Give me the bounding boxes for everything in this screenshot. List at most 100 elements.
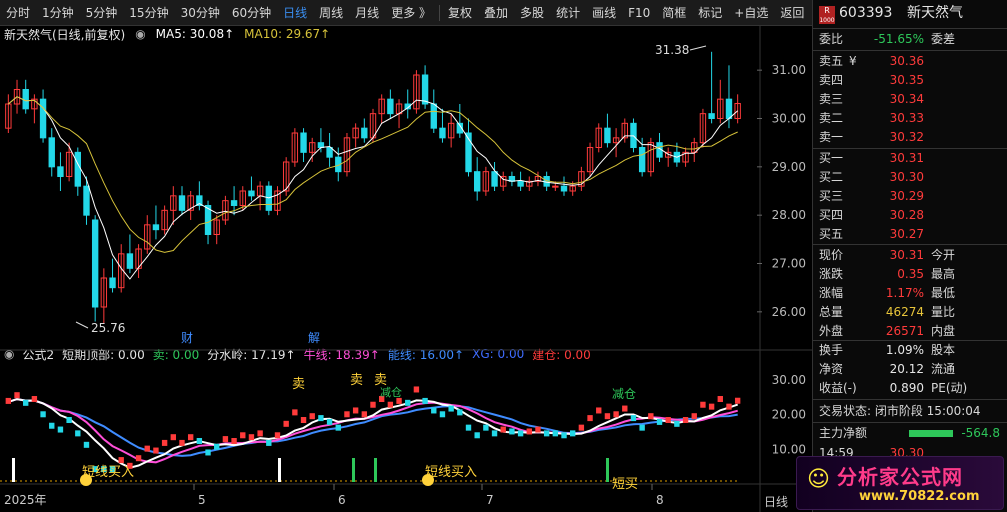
oscillator-bar: [40, 411, 46, 418]
stat-row-value: 0.35: [897, 267, 924, 281]
main-flow-value: -564.8: [961, 426, 1000, 440]
stock-chart-app: 分时 1分钟 5分钟 15分钟 30分钟 60分钟 日线 周线 月线 更多 》 …: [0, 0, 1007, 512]
candle-body: [300, 132, 307, 153]
bull-line: [7, 398, 738, 464]
oscillator-bar: [561, 432, 567, 439]
oscillator-bar: [187, 434, 194, 441]
event-cai: 财: [181, 331, 193, 345]
oscillator-bar: [431, 407, 437, 414]
period-more[interactable]: 更多 》: [385, 0, 437, 26]
candle-body: [560, 185, 568, 192]
oscillator-bar: [413, 386, 420, 393]
stat2-row: 换手 1.09% 股本: [813, 341, 1007, 360]
bid-row-label: 买三: [819, 189, 844, 203]
stat-row: 外盘 26571 内盘: [813, 322, 1007, 341]
oscillator-bar: [734, 397, 741, 404]
oscillator-bar: [318, 415, 324, 422]
ask-row: 卖一 30.32: [813, 128, 1007, 147]
stat2-row-label2: 股本: [931, 343, 956, 357]
oscillator-bar: [691, 413, 697, 420]
date-tick: 6: [338, 493, 346, 507]
period-weekly[interactable]: 周线: [313, 0, 349, 26]
bid-row-value: 30.29: [889, 189, 924, 203]
oscillator-bar: [344, 411, 350, 418]
oscillator-bar: [639, 424, 645, 431]
adjust-button[interactable]: 复权: [442, 0, 478, 26]
simple-frame-button[interactable]: 简框: [656, 0, 692, 26]
candle-body: [638, 147, 646, 173]
ask-row-value: 30.34: [889, 92, 924, 106]
candle-body: [473, 171, 481, 192]
period-60min[interactable]: 60分钟: [226, 0, 277, 26]
stat2-row-label: 净资: [819, 362, 844, 376]
oscillator-bar: [665, 417, 671, 424]
stat-row-value: 30.31: [889, 248, 924, 262]
period-monthly[interactable]: 月线: [349, 0, 385, 26]
draw-line-button[interactable]: 画线: [586, 0, 622, 26]
stat-row-label: 涨幅: [819, 286, 844, 300]
kline-chart[interactable]: 31.00 30.00 29.00 28.00 27.00 26.00 30.00 20.00…: [0, 26, 812, 512]
sub-tick: 20.00: [772, 408, 806, 422]
add-watchlist-button[interactable]: +自选: [728, 0, 774, 26]
period-intraday[interactable]: 分时: [0, 0, 36, 26]
ask-row: 卖五 30.36 ¥: [813, 52, 1007, 71]
stat2-row-label: 换手: [819, 343, 844, 357]
date-tick: 8: [656, 493, 664, 507]
back-button[interactable]: 返回: [774, 0, 810, 26]
stat-row-label2: 最低: [931, 286, 956, 300]
oscillator-bar: [118, 457, 124, 464]
reduce-mark-2: 减仓: [612, 387, 636, 401]
period-label: 日线: [764, 495, 788, 509]
oscillator-bar: [274, 432, 281, 439]
period-5min[interactable]: 5分钟: [80, 0, 124, 26]
period-daily[interactable]: 日线: [277, 0, 313, 26]
oscillator-bar: [57, 426, 64, 433]
watermark-logo: ☺ 分析家公式网 www.70822.com: [796, 456, 1004, 510]
candle-body: [109, 277, 116, 289]
oscillator-bar: [196, 438, 203, 445]
period-15min[interactable]: 15分钟: [123, 0, 174, 26]
oscillator-bar: [49, 422, 55, 429]
oscillator-bar: [257, 430, 263, 437]
reduce-mark-1: 减仓: [380, 385, 402, 399]
oscillator-bar: [587, 415, 593, 422]
oscillator-bar: [405, 399, 411, 406]
weicha-label: 委差: [931, 32, 956, 46]
oscillator-bar: [292, 409, 298, 416]
stat-row-value: 1.17%: [885, 286, 924, 300]
toolbar-divider: [439, 4, 441, 21]
ask-row: 卖三 30.34: [813, 90, 1007, 109]
oscillator-bar: [700, 401, 706, 408]
oscillator-bar: [682, 417, 689, 424]
stat2-row: 净资 20.12 流通: [813, 360, 1007, 379]
stat-row-label: 总量: [819, 305, 844, 319]
bid-row: 买五 30.27: [813, 225, 1007, 244]
price-tick: 26.00: [772, 305, 806, 319]
f10-button[interactable]: F10: [622, 0, 656, 26]
oscillator-bar: [179, 439, 185, 446]
candle-body: [91, 219, 99, 308]
bid-row: 买一 30.31: [813, 149, 1007, 168]
oscillator-bar: [300, 417, 307, 424]
candle-body: [604, 127, 611, 144]
bid-row: 买四 30.28: [813, 206, 1007, 225]
ask-row-value: 30.36: [889, 54, 924, 68]
logo-face-icon: ☺: [807, 467, 830, 492]
signal-bar: [352, 458, 355, 482]
main-flow-bar: [909, 430, 953, 437]
bid-row: 买二 30.30: [813, 168, 1007, 187]
signal-bar: [278, 458, 281, 482]
candle-body: [317, 142, 325, 148]
mark-button[interactable]: 标记: [692, 0, 728, 26]
period-1min[interactable]: 1分钟: [36, 0, 80, 26]
stock-header: R 1000 603393 新天然气: [813, 4, 1007, 26]
stat2-row-value: 0.890: [889, 381, 924, 395]
oscillator-bar: [543, 430, 550, 437]
candle-body: [517, 180, 524, 187]
oscillator-bar: [457, 409, 463, 416]
stats-button[interactable]: 统计: [550, 0, 586, 26]
period-30min[interactable]: 30分钟: [175, 0, 226, 26]
multi-stock-button[interactable]: 多股: [514, 0, 550, 26]
ask-row-value: 30.32: [889, 130, 924, 144]
overlay-button[interactable]: 叠加: [478, 0, 514, 26]
